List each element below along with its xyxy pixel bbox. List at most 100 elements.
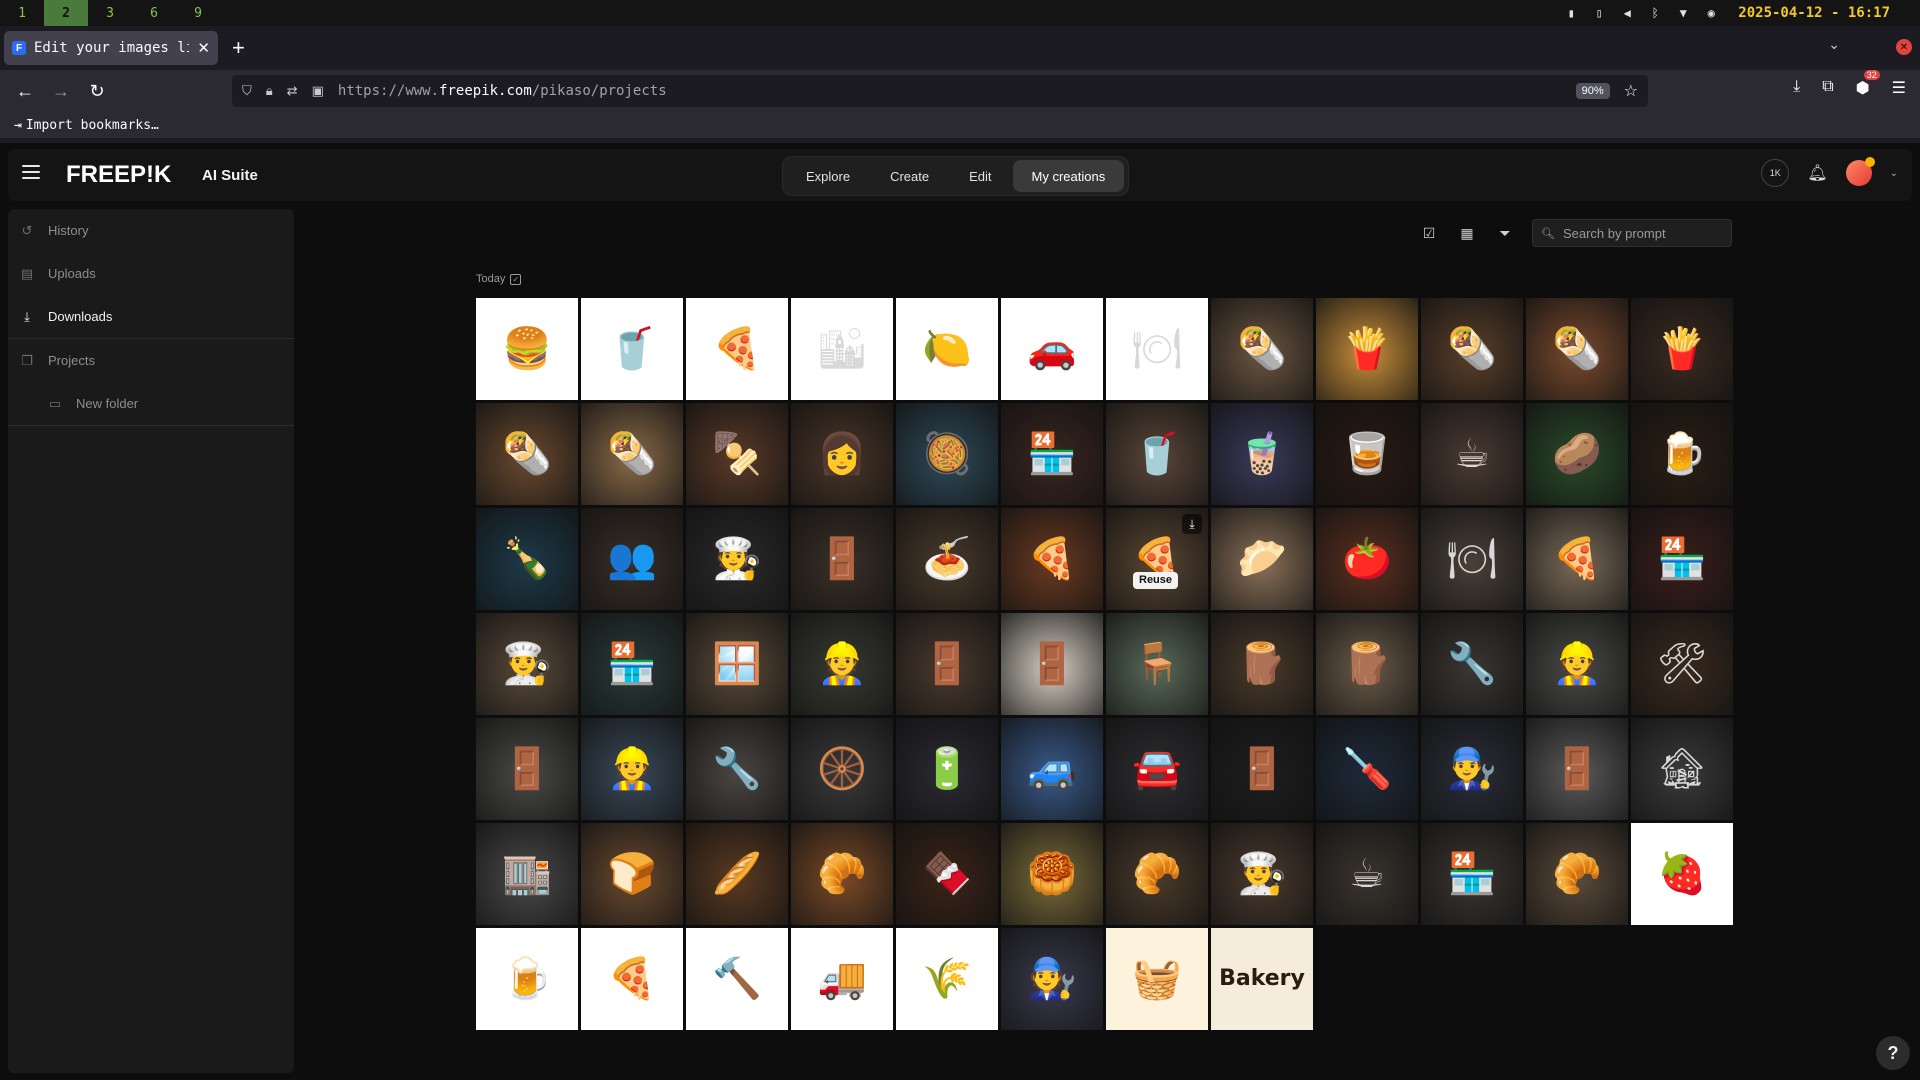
thumbnail-cafe-people[interactable]: 👥 (581, 508, 683, 610)
thumbnail-grey-door[interactable]: 🚪 (1526, 718, 1628, 820)
freepik-logo[interactable]: FREEP!K (66, 161, 171, 189)
thumbnail-fries-box[interactable]: 🍟 (1631, 298, 1733, 400)
new-tab-icon[interactable]: + (232, 35, 245, 61)
browser-tab-active[interactable]: F Edit your images like ✕ (4, 31, 218, 65)
sidebar-item-history[interactable]: ↺ History (8, 209, 294, 252)
workspace-3[interactable]: 3 (88, 0, 132, 26)
shield-icon[interactable]: ⛉ (242, 83, 252, 99)
thumbnail-dark-door[interactable]: 🚪 (1211, 718, 1313, 820)
volume-icon[interactable]: ◀ (1620, 6, 1634, 20)
thumbnail-city-logo[interactable]: 🏙 (791, 298, 893, 400)
thumbnail-pizza-board[interactable]: 🍕 (1526, 508, 1628, 610)
thumbnail-food-counter[interactable]: 🥘 (896, 403, 998, 505)
thumbnail-car-flame-logo[interactable]: 🚗 (1001, 298, 1103, 400)
bookmark-star-icon[interactable]: ☆ (1624, 81, 1638, 101)
thumbnail-car-repair[interactable]: 🔧 (686, 718, 788, 820)
bluetooth-icon[interactable]: ᛒ (1648, 6, 1662, 20)
select-checkbox-icon[interactable]: ☑ (1410, 219, 1448, 247)
thumbnail-window-repair[interactable]: 🪟 (686, 613, 788, 715)
thumbnail-dinner-table[interactable]: 🍽 (1421, 508, 1523, 610)
avatar[interactable] (1845, 157, 1875, 186)
url-bar[interactable]: ⛉ 🔒︎ ⇄ ▣ https://www.freepik.com/pikaso/… (232, 75, 1648, 107)
ublock-icon[interactable]: ⬢ 32 (1856, 70, 1880, 98)
thumbnail-bar-staff[interactable]: 🧑‍🍳 (686, 508, 788, 610)
thumbnail-burger-logo[interactable]: 🍔 (476, 298, 578, 400)
zoom-level[interactable]: 90% (1575, 83, 1610, 99)
thumbnail-bread-loaf[interactable]: 🥖 (686, 823, 788, 925)
import-bookmarks-link[interactable]: Import bookmarks… (26, 118, 159, 133)
thumbnail-wrap-plate[interactable]: 🌯 (476, 403, 578, 505)
thumbnail-bruschetta[interactable]: 🍅 (1316, 508, 1418, 610)
thumbnail-tools-wall[interactable]: 🔧 (1421, 613, 1523, 715)
thumbnail-windshield-worker[interactable]: 👷 (581, 718, 683, 820)
thumbnail-waitress[interactable]: 👩 (791, 403, 893, 505)
thumbnail-mechanics-team[interactable]: 👨‍🔧 (1421, 718, 1523, 820)
sidebar-item-uploads[interactable]: ▤ Uploads (8, 252, 294, 295)
thumbnail-shawarma[interactable]: 🌯 (1526, 298, 1628, 400)
thumbnail-bubble-tea[interactable]: 🧋 (1211, 403, 1313, 505)
battery-icon[interactable]: ▮ (1564, 6, 1578, 20)
url-text[interactable]: https://www.freepik.com/pikaso/projects (338, 83, 1562, 99)
thumbnail-liquor-shelf[interactable]: 🍾 (476, 508, 578, 610)
sidebar-item-new-folder[interactable]: ▭ New folder (8, 382, 294, 425)
thumbnail-pizza-logo[interactable]: 🍕 (581, 928, 683, 1030)
workspace-2[interactable]: 2 (44, 0, 88, 26)
tab-close-icon[interactable]: ✕ (197, 39, 210, 57)
nav-create[interactable]: Create (871, 160, 948, 192)
thumbnail-coffee-bags[interactable]: ☕ (1421, 403, 1523, 505)
forward-icon[interactable]: → (46, 76, 76, 106)
tab-list-chevron-icon[interactable]: ⌄ (1828, 36, 1840, 53)
nav-my-creations[interactable]: My creations (1012, 160, 1125, 192)
thumbnail-bakery-front[interactable]: 🏪 (1421, 823, 1523, 925)
nav-edit[interactable]: Edit (950, 160, 1010, 192)
hamburger-menu-icon[interactable] (22, 165, 40, 179)
filter-icon[interactable]: ⏷ (1486, 219, 1524, 247)
thumbnail-spaghetti[interactable]: 🍝 (896, 508, 998, 610)
help-button[interactable]: ? (1876, 1036, 1910, 1070)
grid-view-icon[interactable]: ▦ (1448, 219, 1486, 247)
thumbnail-fruit-logo-2[interactable]: 🍓 (1631, 823, 1733, 925)
extensions-icon[interactable]: ⧉ (1822, 78, 1833, 98)
thumbnail-cafe-interior[interactable]: ☕ (1316, 823, 1418, 925)
thumbnail-workbench[interactable]: 🪵 (1316, 613, 1418, 715)
thumbnail-door-install[interactable]: 🚪 (896, 613, 998, 715)
wifi-icon[interactable]: ▼ (1676, 6, 1690, 20)
thumbnail-chips-bags[interactable]: 🥔 (1526, 403, 1628, 505)
nav-explore[interactable]: Explore (787, 160, 869, 192)
back-icon[interactable]: ← (10, 76, 40, 106)
thumbnail-croissants[interactable]: 🥐 (1106, 823, 1208, 925)
download-icon[interactable]: ⤓ (1182, 514, 1202, 534)
downloads-icon[interactable]: ⤓ (1793, 78, 1800, 98)
thumbnail-baklava[interactable]: 🥮 (1001, 823, 1103, 925)
search-input[interactable] (1562, 225, 1723, 241)
menu-icon[interactable]: ☰ (1892, 78, 1906, 98)
thumbnail-brownies[interactable]: 🍫 (896, 823, 998, 925)
sidebar-item-projects[interactable]: ❐ Projects (8, 339, 294, 382)
thumbnail-pizzeria-outdoor[interactable]: 🏪 (581, 613, 683, 715)
thumbnail-pizza-hover[interactable]: 🍕 ⤓ Reuse (1106, 508, 1208, 610)
select-all-checkbox[interactable]: ✓ (510, 273, 522, 285)
reload-icon[interactable]: ↻ (82, 76, 112, 106)
thumbnail-pizza-slice-logo[interactable]: 🍕 (686, 298, 788, 400)
thumbnail-stairs-work[interactable]: 👷 (791, 613, 893, 715)
thumbnail-mechanic-logo[interactable]: 🧑‍🔧 (1001, 928, 1103, 1030)
thumbnail-pizza[interactable]: 🍕 (1001, 508, 1103, 610)
workspace-9[interactable]: 9 (176, 0, 220, 26)
thumbnail-bread-bun[interactable]: 🍞 (581, 823, 683, 925)
thumbnail-french-fries[interactable]: 🍟 (1316, 298, 1418, 400)
thumbnail-milkshakes[interactable]: 🥤 (1106, 403, 1208, 505)
thumbnail-burrito[interactable]: 🌯 (581, 403, 683, 505)
lock-icon[interactable]: 🔒︎ (266, 83, 273, 99)
thumbnail-chefs-team[interactable]: 👨‍🍳 (476, 613, 578, 715)
reuse-button[interactable]: Reuse (1133, 572, 1179, 589)
thumbnail-wheat-logo[interactable]: 🌾 (896, 928, 998, 1030)
window-close-icon[interactable]: ✕ (1896, 39, 1912, 55)
thumbnail-smiley-food-logo[interactable]: 🍽 (1106, 298, 1208, 400)
thumbnail-diagnostic-tool[interactable]: 🔋 (896, 718, 998, 820)
workspace-6[interactable]: 6 (132, 0, 176, 26)
thumbnail-chair-paint[interactable]: 🪑 (1106, 613, 1208, 715)
image-icon[interactable]: ▣ (312, 83, 324, 99)
thumbnail-storefront[interactable]: 🏬 (476, 823, 578, 925)
thumbnail-kebab-wrap[interactable]: 🌯 (1421, 298, 1523, 400)
thumbnail-truck-logo[interactable]: 🚚 (791, 928, 893, 1030)
